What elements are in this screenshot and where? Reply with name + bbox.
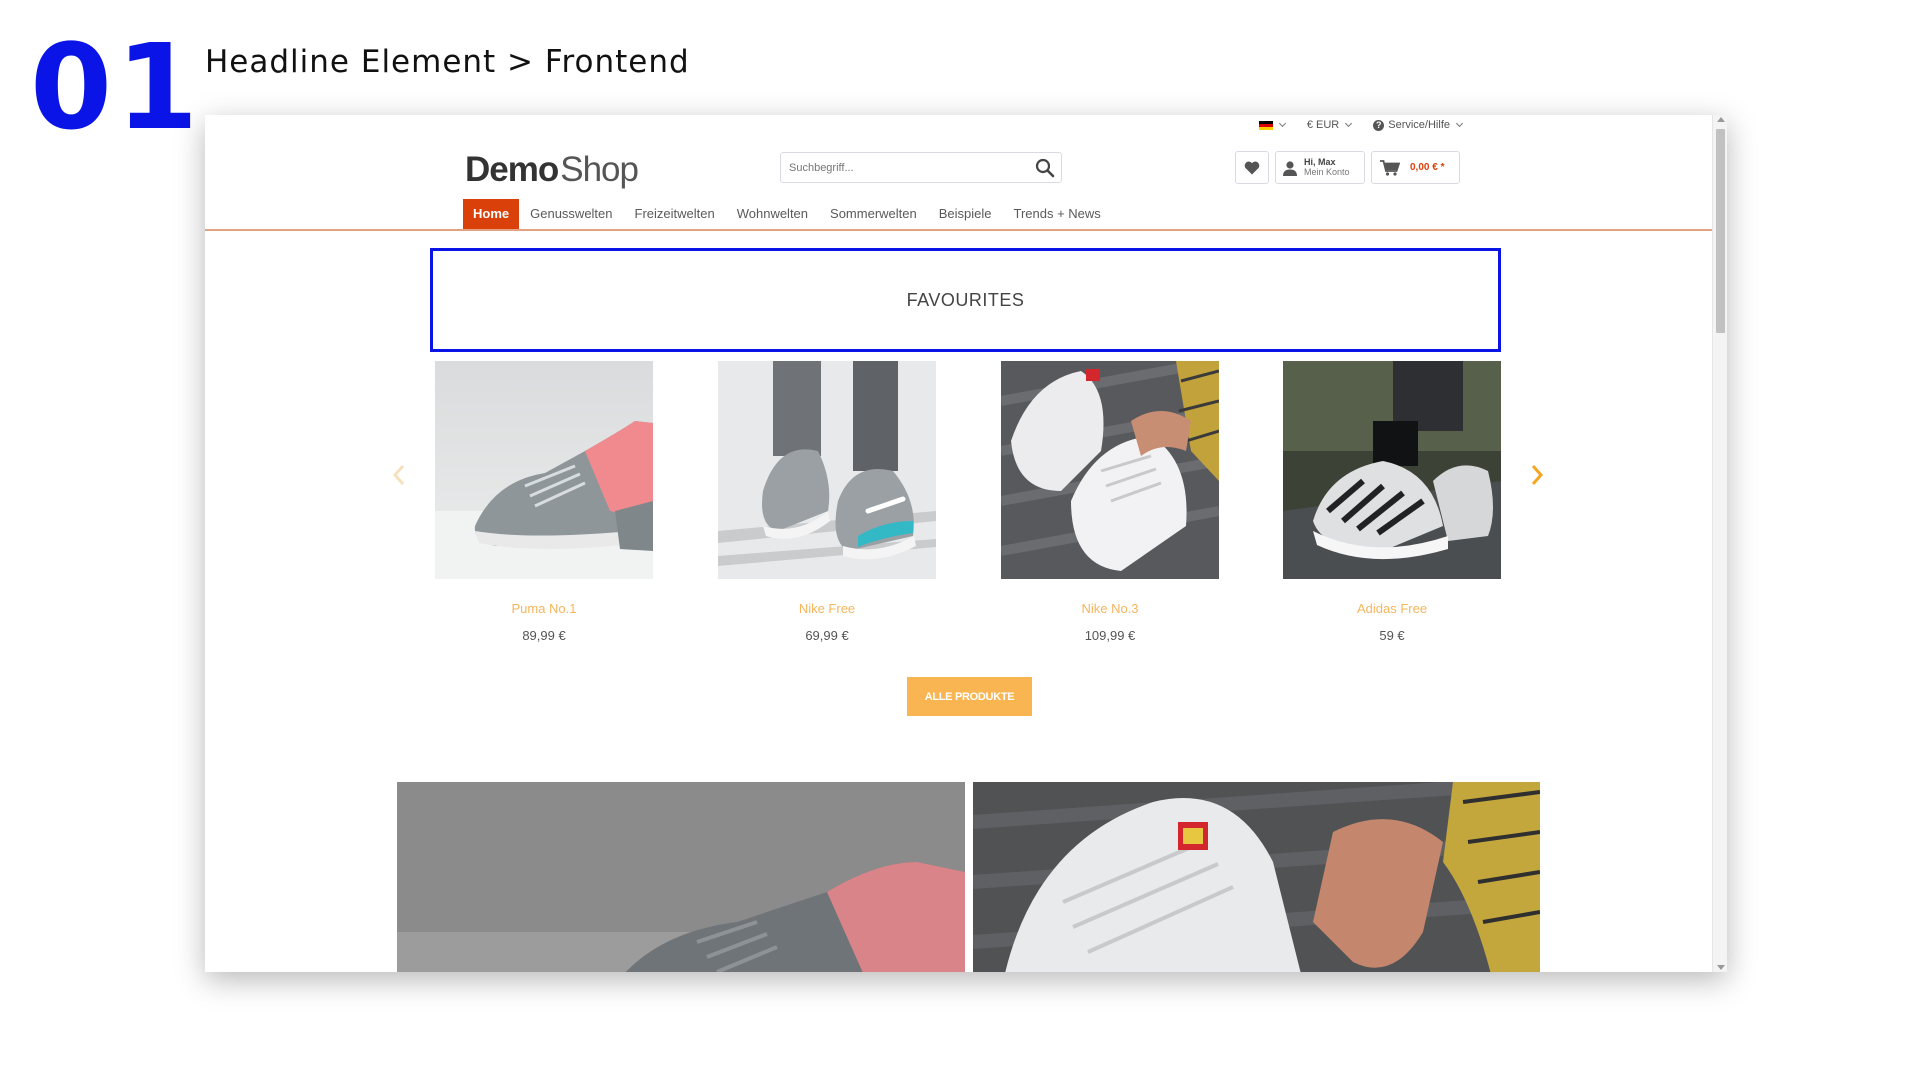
user-icon xyxy=(1283,160,1297,176)
service-menu[interactable]: ? Service/Hilfe xyxy=(1373,119,1464,131)
slider-prev-button[interactable] xyxy=(392,462,406,493)
cart-amount: 0,00 € * xyxy=(1410,162,1445,173)
shop-logo[interactable]: DemoShop xyxy=(465,150,639,190)
chevron-down-icon xyxy=(1345,119,1353,128)
product-card[interactable]: Nike No.3 109,99 € xyxy=(1001,361,1219,643)
help-icon: ? xyxy=(1373,119,1385,131)
teaser-banner-left[interactable] xyxy=(397,782,965,972)
product-card[interactable]: Puma No.1 89,99 € xyxy=(435,361,653,643)
headline-text: FAVOURITES xyxy=(906,289,1025,310)
cart-icon xyxy=(1380,159,1400,176)
product-name[interactable]: Adidas Free xyxy=(1283,601,1501,616)
search-bar xyxy=(780,152,1062,183)
sneaker-image xyxy=(1001,361,1219,579)
german-flag-icon xyxy=(1258,120,1273,130)
logo-part-shop: Shop xyxy=(560,150,639,189)
chevron-right-icon xyxy=(1531,465,1544,485)
all-products-button[interactable]: ALLE PRODUKTE xyxy=(907,677,1032,716)
banner-image xyxy=(973,782,1540,972)
currency-label: € EUR xyxy=(1306,119,1340,131)
search-button[interactable] xyxy=(1035,158,1055,178)
nav-item-freizeitwelten[interactable]: Freizeitwelten xyxy=(624,199,726,229)
nav-item-beispiele[interactable]: Beispiele xyxy=(928,199,1003,229)
nav-item-sommerwelten[interactable]: Sommerwelten xyxy=(819,199,928,229)
product-image[interactable] xyxy=(1001,361,1219,579)
sneaker-image xyxy=(435,361,653,579)
chevron-down-icon xyxy=(1455,119,1464,128)
chevron-down-icon xyxy=(1278,119,1286,128)
language-switcher[interactable] xyxy=(1258,119,1286,130)
slider-next-button[interactable] xyxy=(1530,462,1544,493)
search-icon xyxy=(1035,158,1055,178)
nav-item-wohnwelten[interactable]: Wohnwelten xyxy=(726,199,819,229)
product-price: 69,99 € xyxy=(805,628,849,643)
product-name[interactable]: Nike No.3 xyxy=(1001,601,1219,616)
product-image[interactable] xyxy=(435,361,653,579)
product-name[interactable]: Nike Free xyxy=(718,601,936,616)
browser-window: € EUR ? Service/Hilfe DemoShop Hi, Max M… xyxy=(205,115,1727,972)
product-name[interactable]: Puma No.1 xyxy=(435,601,653,616)
sneaker-image xyxy=(718,361,936,579)
main-navigation: Home Genusswelten Freizeitwelten Wohnwel… xyxy=(463,199,1112,229)
scroll-down-arrow-icon[interactable] xyxy=(1717,965,1725,970)
nav-item-trends-news[interactable]: Trends + News xyxy=(1003,199,1112,229)
product-price: 89,99 € xyxy=(522,628,566,643)
product-card[interactable]: Nike Free 69,99 € xyxy=(718,361,936,643)
page-scrollbar[interactable] xyxy=(1712,115,1727,972)
nav-divider xyxy=(205,229,1712,231)
product-card[interactable]: Adidas Free 59 € xyxy=(1283,361,1501,643)
teaser-banner-right[interactable] xyxy=(973,782,1540,972)
currency-switcher[interactable]: € EUR xyxy=(1306,119,1353,131)
account-subtitle: Mein Konto xyxy=(1304,166,1350,177)
product-image[interactable] xyxy=(718,361,936,579)
wishlist-button[interactable] xyxy=(1235,151,1269,184)
nav-item-genusswelten[interactable]: Genusswelten xyxy=(519,199,623,229)
topbar: € EUR ? Service/Hilfe xyxy=(1258,119,1464,131)
product-image[interactable] xyxy=(1283,361,1501,579)
scroll-thumb[interactable] xyxy=(1716,129,1725,333)
account-button[interactable]: Hi, Max Mein Konto xyxy=(1275,151,1365,184)
product-price: 59 € xyxy=(1379,628,1405,643)
scroll-up-arrow-icon[interactable] xyxy=(1717,117,1725,122)
slide-number: 01 xyxy=(30,18,203,156)
search-input[interactable] xyxy=(781,153,1021,182)
logo-part-demo: Demo xyxy=(465,150,559,189)
header-actions: Hi, Max Mein Konto 0,00 € * xyxy=(1235,151,1460,184)
slide-title: Headline Element > Frontend xyxy=(205,44,690,80)
sneaker-image xyxy=(1283,361,1501,579)
nav-item-home[interactable]: Home xyxy=(463,199,520,229)
banner-image xyxy=(397,782,965,972)
chevron-left-icon xyxy=(392,465,405,485)
cart-button[interactable]: 0,00 € * xyxy=(1371,151,1460,184)
headline-element: FAVOURITES xyxy=(430,248,1501,352)
heart-icon xyxy=(1244,161,1260,174)
product-price: 109,99 € xyxy=(1084,628,1136,643)
service-label: Service/Hilfe xyxy=(1388,119,1450,131)
account-text: Hi, Max Mein Konto xyxy=(1304,157,1350,178)
